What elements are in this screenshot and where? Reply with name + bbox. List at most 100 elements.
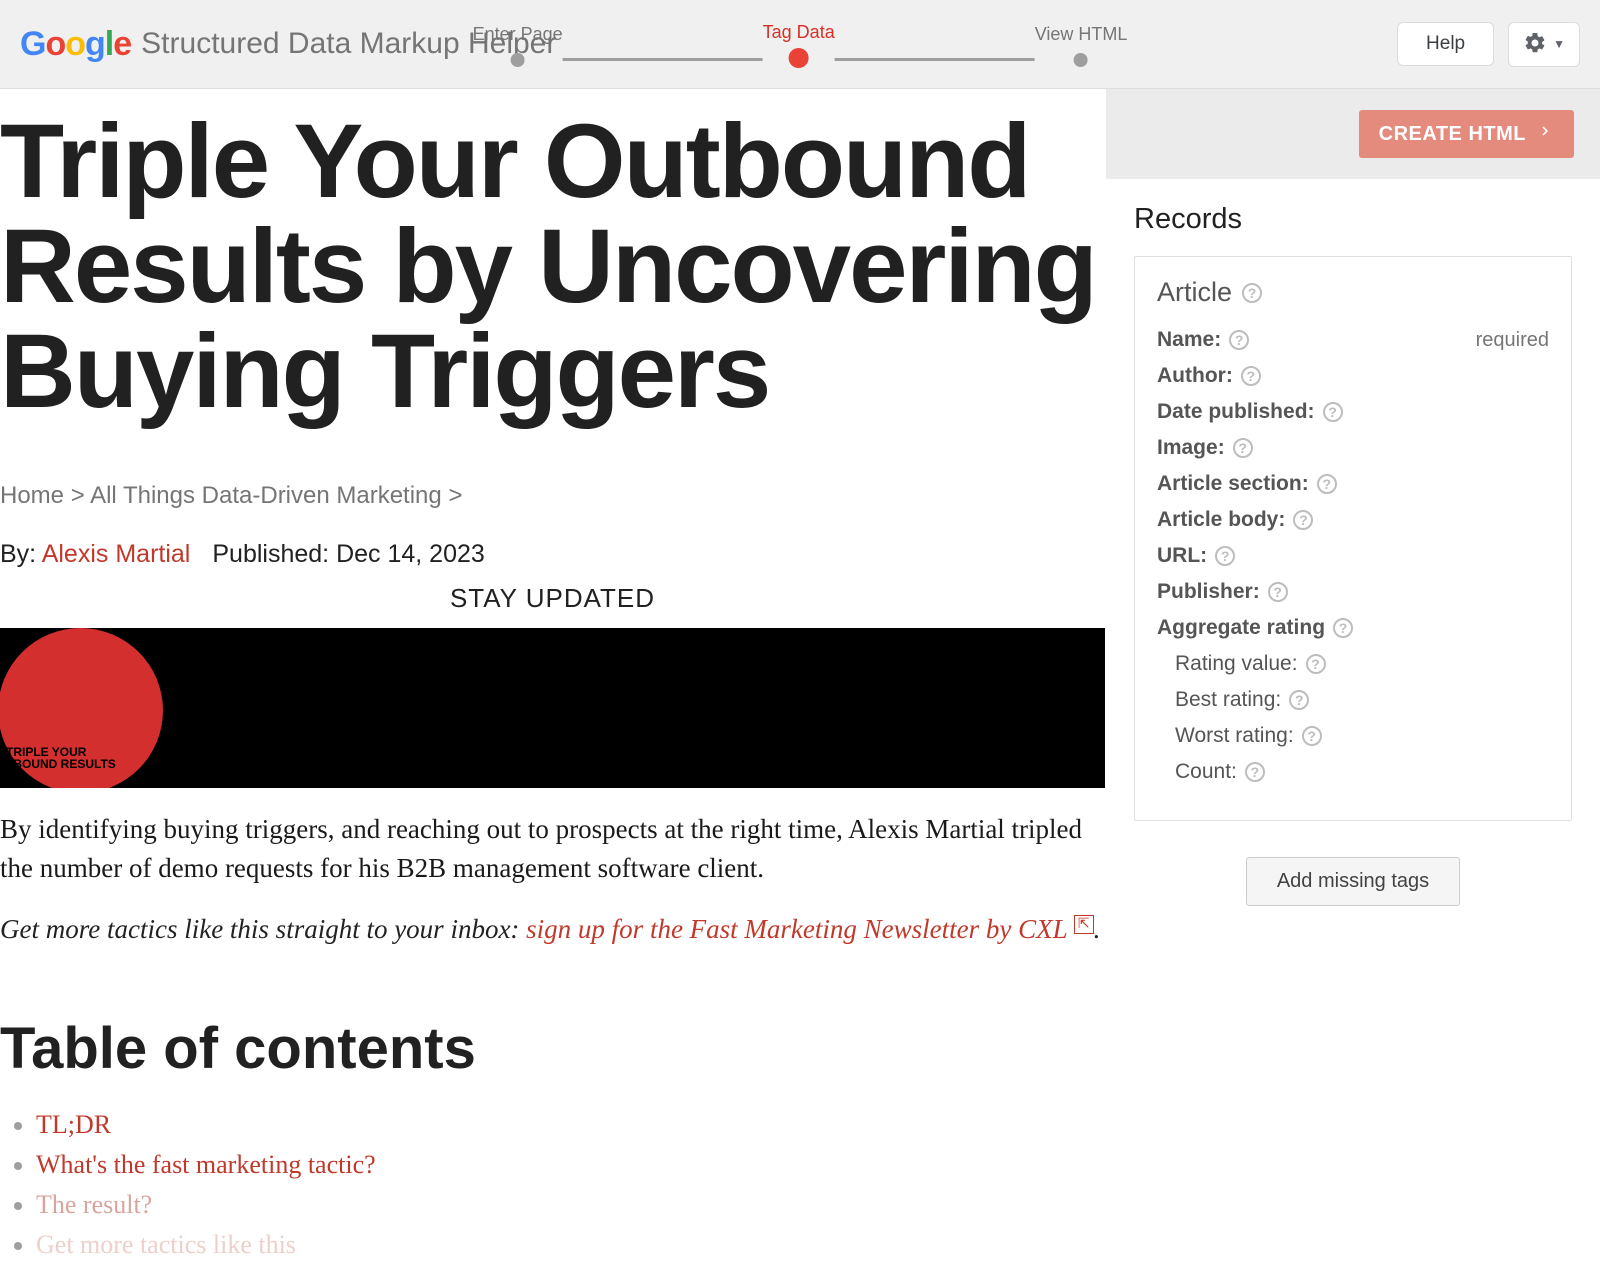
article-schema-card: Article Name: required Author: Date publ…	[1134, 256, 1572, 821]
create-html-button[interactable]: CREATE HTML	[1359, 110, 1574, 158]
progress-stepper: Enter Page Tag Data View HTML	[473, 22, 1128, 68]
breadcrumb-home[interactable]: Home	[0, 482, 64, 509]
field-rating-value[interactable]: Rating value:	[1157, 652, 1549, 676]
toc-link[interactable]: The result?	[36, 1190, 152, 1219]
byline: By: Alexis Martial Published: Dec 14, 20…	[0, 540, 1105, 569]
required-badge: required	[1476, 329, 1549, 352]
field-label: Best rating:	[1175, 688, 1281, 712]
field-worst-rating[interactable]: Worst rating:	[1157, 724, 1549, 748]
step-line	[563, 58, 763, 61]
toc-item: TL;DR	[36, 1110, 1105, 1140]
help-button[interactable]: Help	[1397, 22, 1494, 66]
card-title-row: Article	[1157, 277, 1549, 308]
field-url[interactable]: URL:	[1157, 544, 1549, 568]
field-label: Aggregate rating	[1157, 616, 1325, 640]
step-enter-page[interactable]: Enter Page	[473, 24, 563, 67]
published-prefix: Published:	[212, 540, 329, 568]
toc-item: The result?	[36, 1190, 1105, 1220]
field-label: URL:	[1157, 544, 1207, 568]
field-label: Date published:	[1157, 400, 1315, 424]
help-icon[interactable]	[1245, 762, 1265, 782]
help-icon[interactable]	[1293, 510, 1313, 530]
help-icon[interactable]	[1317, 474, 1337, 494]
breadcrumb-sep: >	[448, 482, 462, 509]
field-label: Author:	[1157, 364, 1233, 388]
step-dot	[511, 53, 525, 67]
hero-overlay-line: TBOUND RESULTS	[6, 758, 116, 770]
records-title: Records	[1134, 203, 1572, 236]
help-icon[interactable]	[1302, 726, 1322, 746]
help-icon[interactable]	[1268, 582, 1288, 602]
byline-prefix: By:	[0, 540, 36, 568]
field-label: Publisher:	[1157, 580, 1260, 604]
help-icon[interactable]	[1215, 546, 1235, 566]
toc-title: Table of contents	[0, 1015, 1105, 1082]
create-html-label: CREATE HTML	[1379, 123, 1526, 146]
gear-icon	[1523, 31, 1547, 58]
field-best-rating[interactable]: Best rating:	[1157, 688, 1549, 712]
help-icon[interactable]	[1289, 690, 1309, 710]
field-label: Count:	[1175, 760, 1237, 784]
article-title[interactable]: Triple Your Outbound Results by Uncoveri…	[0, 89, 1105, 424]
toc-link[interactable]: TL;DR	[36, 1110, 111, 1139]
toc-item: What's the fast marketing tactic?	[36, 1150, 1105, 1180]
google-logo: Google	[20, 25, 131, 64]
main-layout: Triple Your Outbound Results by Uncoveri…	[0, 89, 1600, 1270]
step-view-html[interactable]: View HTML	[1035, 24, 1128, 67]
field-label: Name:	[1157, 328, 1221, 352]
content-pane: Triple Your Outbound Results by Uncoveri…	[0, 89, 1105, 1270]
field-label: Worst rating:	[1175, 724, 1294, 748]
hero-overlay-text: TRIPLE YOUR TBOUND RESULTS	[6, 746, 116, 770]
help-icon[interactable]	[1233, 438, 1253, 458]
author-link[interactable]: Alexis Martial	[42, 540, 191, 568]
field-article-body[interactable]: Article body:	[1157, 508, 1549, 532]
step-line	[835, 58, 1035, 61]
cta-prefix: Get more tactics like this straight to y…	[0, 914, 526, 944]
side-top-bar: CREATE HTML	[1106, 89, 1600, 179]
field-label: Rating value:	[1175, 652, 1298, 676]
side-panel: CREATE HTML Records Article Name: requir…	[1105, 89, 1600, 1270]
cta-line: Get more tactics like this straight to y…	[0, 914, 1105, 945]
step-dot	[789, 48, 809, 68]
stay-updated-heading: STAY UPDATED	[0, 583, 1105, 614]
field-count[interactable]: Count:	[1157, 760, 1549, 784]
toc-item: Get more tactics like this	[36, 1230, 1105, 1260]
field-image[interactable]: Image:	[1157, 436, 1549, 460]
help-icon[interactable]	[1306, 654, 1326, 674]
breadcrumb-category[interactable]: All Things Data-Driven Marketing	[90, 482, 442, 509]
field-date-published[interactable]: Date published:	[1157, 400, 1549, 424]
byline-by: By: Alexis Martial	[0, 540, 190, 569]
step-label: Enter Page	[473, 24, 563, 45]
step-dot	[1074, 53, 1088, 67]
field-aggregate-rating[interactable]: Aggregate rating	[1157, 616, 1549, 640]
help-icon[interactable]	[1242, 283, 1262, 303]
help-icon[interactable]	[1323, 402, 1343, 422]
published-date[interactable]: Dec 14, 2023	[336, 540, 485, 568]
help-icon[interactable]	[1229, 330, 1249, 350]
breadcrumb-sep: >	[71, 482, 90, 509]
toc-link[interactable]: What's the fast marketing tactic?	[36, 1150, 376, 1179]
help-icon[interactable]	[1333, 618, 1353, 638]
add-missing-tags-button[interactable]: Add missing tags	[1246, 857, 1460, 906]
step-tag-data[interactable]: Tag Data	[763, 22, 835, 68]
hero-image[interactable]: TRIPLE YOUR TBOUND RESULTS	[0, 628, 1105, 788]
field-publisher[interactable]: Publisher:	[1157, 580, 1549, 604]
field-name[interactable]: Name: required	[1157, 328, 1549, 352]
step-label: View HTML	[1035, 24, 1128, 45]
step-label: Tag Data	[763, 22, 835, 43]
breadcrumb: Home > All Things Data-Driven Marketing …	[0, 482, 1105, 510]
chevron-down-icon: ▼	[1553, 37, 1565, 51]
cta-link[interactable]: sign up for the Fast Marketing Newslette…	[526, 914, 1067, 944]
field-author[interactable]: Author:	[1157, 364, 1549, 388]
help-icon[interactable]	[1241, 366, 1261, 386]
field-article-section[interactable]: Article section:	[1157, 472, 1549, 496]
article-lede[interactable]: By identifying buying triggers, and reac…	[0, 810, 1105, 888]
settings-button[interactable]: ▼	[1508, 22, 1580, 67]
field-label: Article section:	[1157, 472, 1309, 496]
records-section: Records Article Name: required Author: D…	[1106, 179, 1600, 906]
header-actions: Help ▼	[1397, 22, 1580, 67]
card-title: Article	[1157, 277, 1232, 308]
toc-link[interactable]: Get more tactics like this	[36, 1230, 296, 1259]
byline-published: Published: Dec 14, 2023	[212, 540, 484, 569]
external-link-icon: ⇱	[1074, 915, 1094, 934]
